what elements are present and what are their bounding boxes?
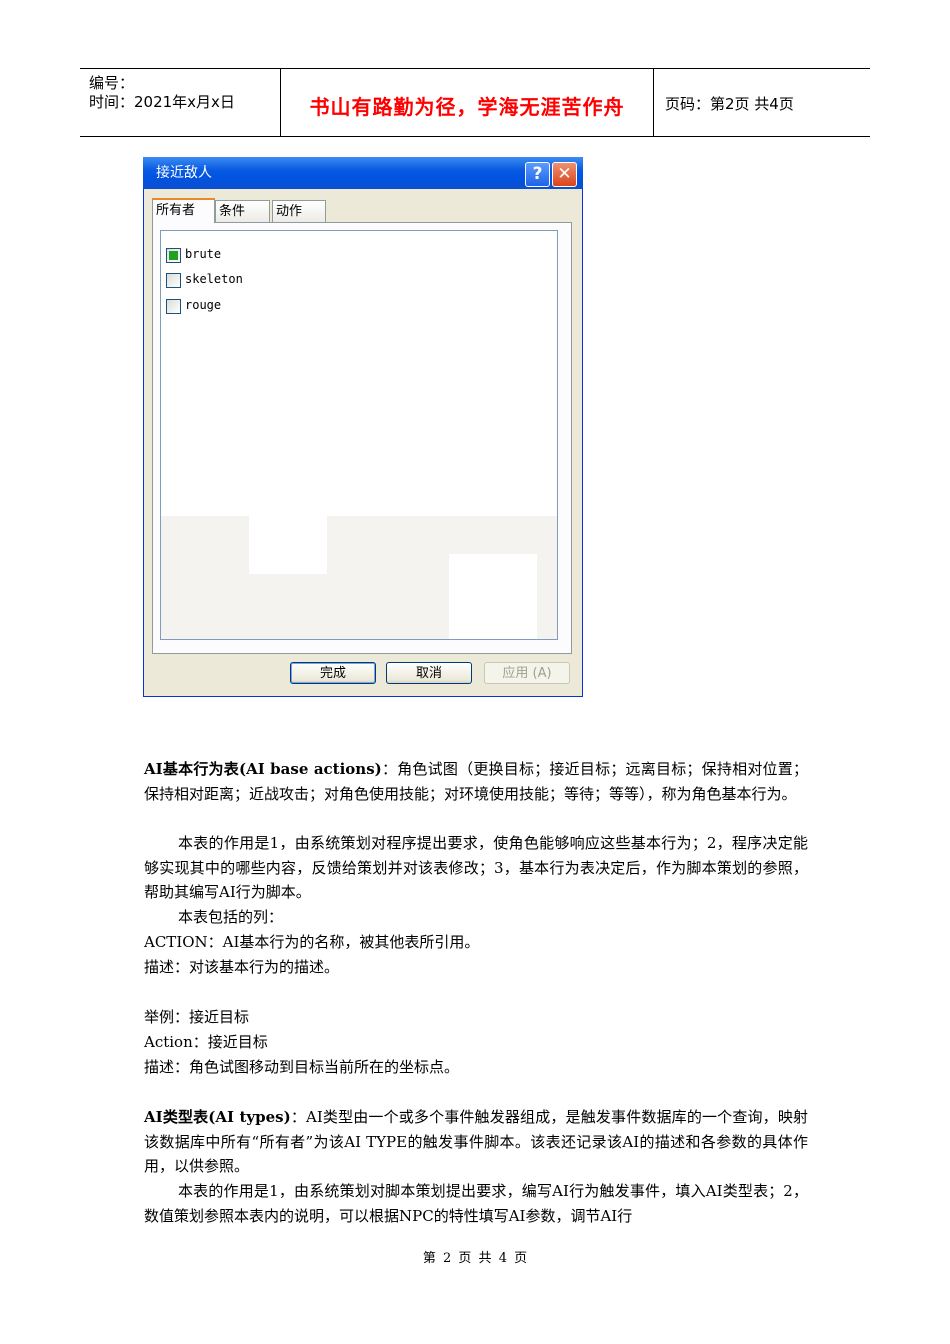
paragraph-ai-base-actions: AI基本行为表(AI base actions)：角色试图（更换目标；接近目标；… — [144, 757, 808, 806]
dialog-titlebar[interactable]: 接近敌人 ? ✕ — [143, 157, 583, 189]
render-artifact — [537, 554, 557, 639]
term-ai-types: AI类型表(AI types) — [144, 1108, 291, 1126]
render-artifact — [327, 516, 557, 554]
header-motto-cell: 书山有路勤为径，学海无涯苦作舟 — [281, 69, 654, 136]
tab-conditions[interactable]: 条件 — [215, 200, 270, 222]
header-page-info: 页码：第2页 共4页 — [665, 95, 794, 113]
checkbox-brute[interactable] — [166, 248, 181, 263]
column-action: ACTION：AI基本行为的名称，被其他表所引用。 — [144, 933, 480, 951]
checkbox-rouge[interactable] — [166, 299, 181, 314]
example-action: Action：接近目标 — [144, 1033, 268, 1051]
list-item-label: skeleton — [185, 272, 243, 286]
close-icon[interactable]: ✕ — [552, 162, 577, 187]
owner-list[interactable]: brute skeleton rouge — [160, 230, 558, 640]
approach-enemy-dialog: 接近敌人 ? ✕ 所有者 条件 动作 brute skeleton rouge — [143, 157, 583, 697]
page-footer: 第 2 页 共 4 页 — [422, 1251, 528, 1266]
tab-actions[interactable]: 动作 — [272, 200, 326, 222]
example-description: 描述：角色试图移动到目标当前所在的坐标点。 — [144, 1058, 460, 1076]
apply-button[interactable]: 应用 (A) — [484, 662, 570, 684]
page-header: 编号： 时间：2021年x月x日 书山有路勤为径，学海无涯苦作舟 页码：第2页 … — [80, 68, 870, 137]
tab-owner[interactable]: 所有者 — [152, 198, 215, 223]
checkbox-skeleton[interactable] — [166, 273, 181, 288]
paragraph-ai-types-purpose: 本表的作用是1，由系统策划对脚本策划提出要求，编写AI行为触发事件，填入AI类型… — [144, 1182, 808, 1225]
header-motto: 书山有路勤为径，学海无涯苦作舟 — [309, 95, 625, 119]
document-time: 时间：2021年x月x日 — [89, 93, 235, 111]
ok-button[interactable]: 完成 — [290, 662, 376, 684]
render-artifact — [327, 554, 449, 639]
header-meta-cell: 编号： 时间：2021年x月x日 — [80, 69, 281, 136]
cancel-button[interactable]: 取消 — [386, 662, 472, 684]
render-artifact — [249, 574, 327, 639]
help-icon[interactable]: ? — [525, 162, 550, 187]
list-item-label: brute — [185, 247, 222, 261]
tab-panel: brute skeleton rouge — [152, 222, 572, 654]
term-ai-base-actions: AI基本行为表(AI base actions) — [144, 760, 382, 778]
render-artifact — [161, 516, 249, 639]
list-item-label: rouge — [185, 298, 222, 312]
document-number: 编号： — [89, 74, 135, 92]
columns-intro: 本表包括的列： — [178, 908, 284, 926]
example-title: 举例：接近目标 — [144, 1008, 250, 1026]
header-page-cell: 页码：第2页 共4页 — [654, 69, 870, 136]
paragraph-purpose: 本表的作用是1，由系统策划对程序提出要求，使角色能够响应这些基本行为；2，程序决… — [144, 834, 808, 902]
column-description: 描述：对该基本行为的描述。 — [144, 958, 340, 976]
paragraph-ai-types: AI类型表(AI types)：AI类型由一个或多个事件触发器组成，是触发事件数… — [144, 1105, 808, 1179]
dialog-title: 接近敌人 — [156, 165, 212, 181]
